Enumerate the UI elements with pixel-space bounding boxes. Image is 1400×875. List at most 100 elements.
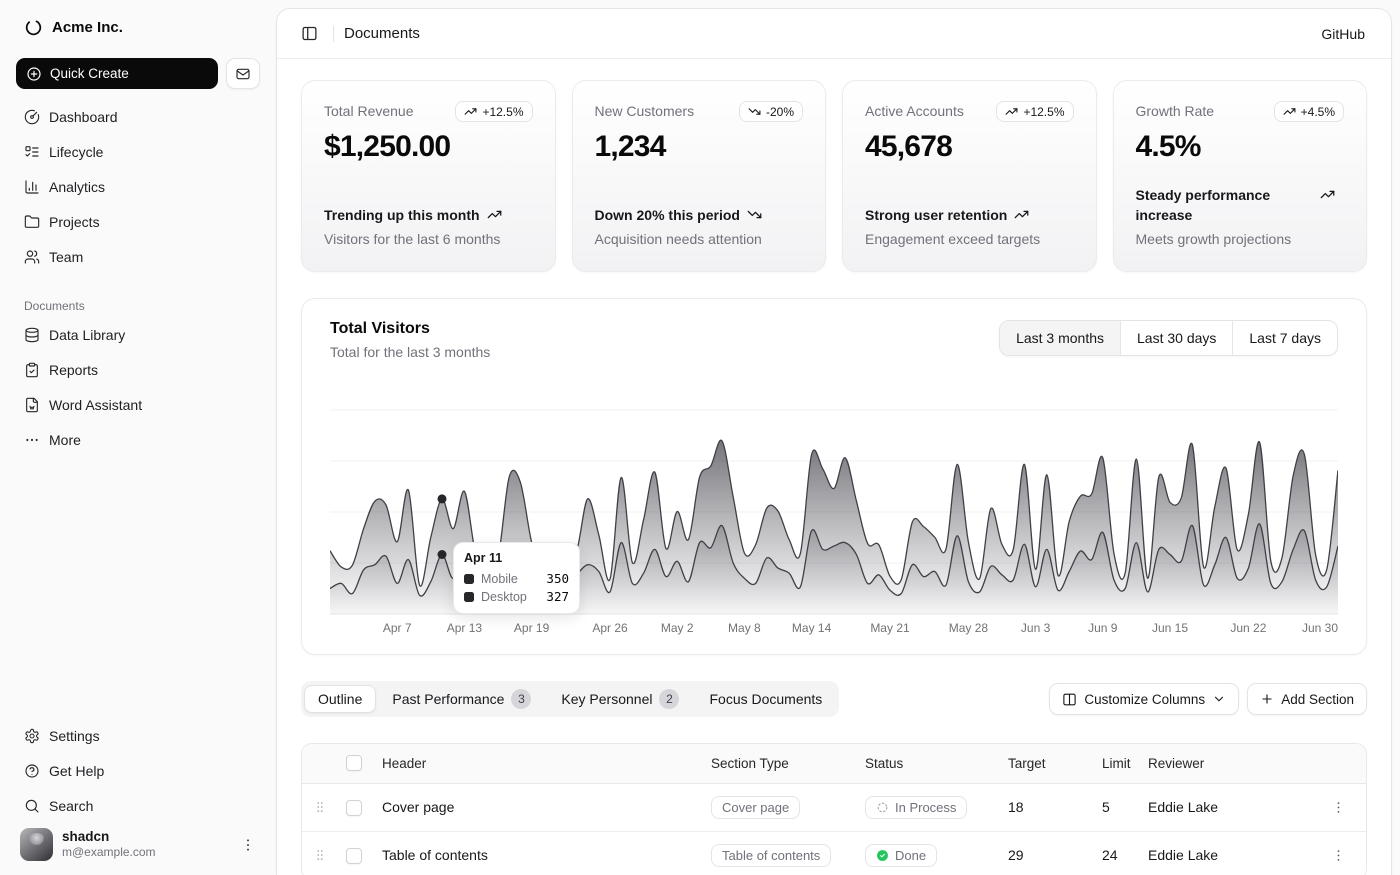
main-nav: Dashboard Lifecycle Analytics Projects T… [16, 101, 260, 273]
users-icon [24, 249, 40, 265]
ellipsis-vertical-icon[interactable] [240, 837, 256, 853]
tab-focus-documents[interactable]: Focus Documents [695, 685, 836, 713]
add-section-button[interactable]: Add Section [1247, 683, 1367, 715]
sidebar-item-reports[interactable]: Reports [16, 354, 260, 386]
row-header-cell[interactable]: Cover page [374, 783, 703, 831]
sidebar-item-data-library[interactable]: Data Library [16, 319, 260, 351]
target-cell[interactable]: 18 [1000, 783, 1094, 831]
tab-label: Focus Documents [709, 691, 822, 707]
trend-badge: -20% [739, 101, 803, 122]
row-actions-ellipsis-icon[interactable] [1318, 800, 1358, 815]
drag-handle-icon[interactable] [310, 848, 330, 862]
area-chart[interactable]: Apr 7Apr 13Apr 19Apr 26May 2May 8May 14M… [330, 402, 1338, 638]
panel-left-icon [301, 25, 318, 42]
row-checkbox[interactable] [346, 848, 362, 864]
sidebar-item-lifecycle[interactable]: Lifecycle [16, 136, 260, 168]
trending-up-icon [464, 105, 477, 118]
user-menu[interactable]: shadcn m@example.com [16, 822, 260, 861]
sidebar-item-get-help[interactable]: Get Help [16, 755, 260, 787]
page-title: Documents [344, 25, 420, 42]
stat-footer-line1: Trending up this month [324, 205, 480, 225]
status-badge: Done [865, 844, 937, 867]
stat-card-growth-rate: Growth Rate +4.5% 4.5% Steady performanc… [1113, 80, 1368, 272]
brand-logo-icon [24, 18, 43, 37]
range-last-30-days[interactable]: Last 30 days [1120, 321, 1232, 355]
trending-down-icon [748, 105, 761, 118]
nav-label: Dashboard [49, 109, 118, 125]
sidebar-toggle-button[interactable] [295, 20, 323, 48]
stat-footer-line1: Strong user retention [865, 205, 1007, 225]
row-actions-ellipsis-icon[interactable] [1318, 848, 1358, 863]
limit-cell[interactable]: 5 [1094, 783, 1140, 831]
nav-label: Projects [49, 214, 100, 230]
quick-create-button[interactable]: Quick Create [16, 58, 218, 89]
mobile-swatch-icon [464, 574, 474, 584]
drag-handle-icon[interactable] [310, 800, 330, 814]
sidebar-item-analytics[interactable]: Analytics [16, 171, 260, 203]
tab-outline[interactable]: Outline [304, 685, 376, 713]
badge-value: -20% [766, 105, 794, 119]
sidebar-item-word-assistant[interactable]: Word Assistant [16, 389, 260, 421]
stat-footer-line2: Engagement exceed targets [865, 229, 1074, 249]
quick-create-label: Quick Create [50, 66, 129, 81]
chart-column-icon [24, 179, 40, 195]
sidebar-item-projects[interactable]: Projects [16, 206, 260, 238]
sidebar: Acme Inc. Quick Create Dashboard Lifecyc… [0, 0, 276, 875]
tooltip-series-value: 350 [546, 571, 569, 586]
section-type-badge: Table of contents [711, 844, 831, 867]
row-header-cell[interactable]: Table of contents [374, 831, 703, 875]
github-link[interactable]: GitHub [1313, 20, 1373, 48]
trending-up-icon [487, 207, 502, 222]
brand[interactable]: Acme Inc. [16, 14, 260, 41]
nav-label: Search [49, 798, 93, 814]
stat-card-total-revenue: Total Revenue +12.5% $1,250.00 Trending … [301, 80, 556, 272]
target-cell[interactable]: 29 [1000, 831, 1094, 875]
trending-down-icon [747, 207, 762, 222]
stat-footer-line2: Acquisition needs attention [595, 229, 804, 249]
sidebar-item-more[interactable]: More [16, 424, 260, 456]
badge-value: +12.5% [482, 105, 523, 119]
table-row: Table of contents Table of contents Done… [302, 831, 1366, 875]
customize-columns-button[interactable]: Customize Columns [1049, 683, 1239, 715]
divider [333, 26, 334, 42]
mail-icon [235, 66, 251, 82]
row-checkbox[interactable] [346, 800, 362, 816]
limit-cell[interactable]: 24 [1094, 831, 1140, 875]
tooltip-date: Apr 11 [464, 551, 569, 565]
column-header: Target [1000, 744, 1094, 783]
avatar [20, 828, 53, 861]
sidebar-item-dashboard[interactable]: Dashboard [16, 101, 260, 133]
chart-tooltip: Apr 11 Mobile 350 Desktop 327 [453, 542, 580, 614]
x-axis-tick: Jun 22 [1230, 621, 1266, 635]
sidebar-item-search[interactable]: Search [16, 790, 260, 822]
inbox-button[interactable] [226, 58, 260, 89]
search-icon [24, 798, 40, 814]
sidebar-item-settings[interactable]: Settings [16, 720, 260, 752]
range-last-3-months[interactable]: Last 3 months [1000, 321, 1120, 355]
x-axis-tick: Jun 15 [1152, 621, 1188, 635]
list-todo-icon [24, 144, 40, 160]
customize-columns-label: Customize Columns [1084, 692, 1205, 707]
documents-section-label: Documents [16, 299, 260, 319]
column-header: Status [857, 744, 1000, 783]
sidebar-item-team[interactable]: Team [16, 241, 260, 273]
nav-label: Get Help [49, 763, 104, 779]
tab-key-personnel[interactable]: Key Personnel 2 [547, 683, 693, 715]
range-last-7-days[interactable]: Last 7 days [1232, 321, 1337, 355]
chart-subtitle: Total for the last 3 months [330, 344, 490, 360]
range-toggle-group: Last 3 months Last 30 days Last 7 days [999, 320, 1338, 356]
stat-label: Growth Rate [1136, 101, 1215, 119]
tab-past-performance[interactable]: Past Performance 3 [378, 683, 545, 715]
table-row: Cover page Cover page In Process 18 5 Ed… [302, 783, 1366, 831]
nav-label: Analytics [49, 179, 105, 195]
stat-cards: Total Revenue +12.5% $1,250.00 Trending … [301, 80, 1367, 272]
reviewer-cell[interactable]: Eddie Lake [1140, 783, 1310, 831]
select-all-checkbox[interactable] [346, 755, 362, 771]
chart-title: Total Visitors [330, 320, 490, 338]
stat-footer-line2: Visitors for the last 6 months [324, 229, 533, 249]
user-email: m@example.com [62, 845, 231, 859]
x-axis-tick: Apr 7 [383, 621, 412, 635]
tab-label: Outline [318, 691, 362, 707]
reviewer-cell[interactable]: Eddie Lake [1140, 831, 1310, 875]
x-axis-tick: Jun 9 [1088, 621, 1118, 635]
